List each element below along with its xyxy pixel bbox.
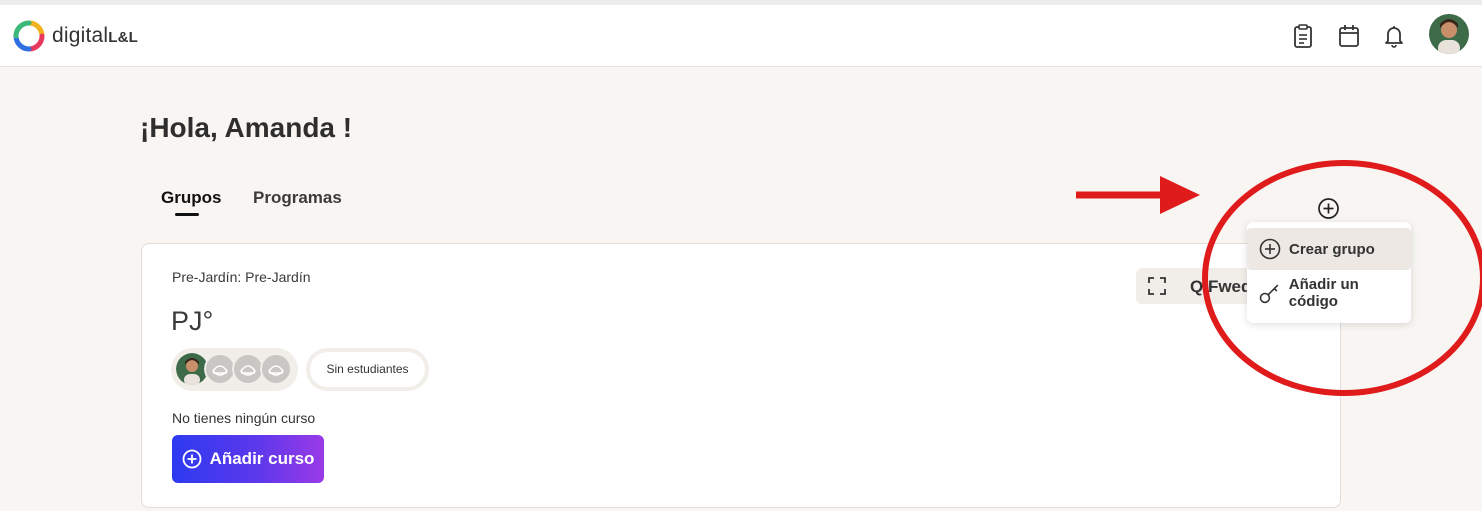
clipboard-icon[interactable] bbox=[1291, 23, 1315, 49]
logo-text: digitalL&L bbox=[52, 24, 139, 47]
add-dropdown-menu: Crear grupo Añadir un código bbox=[1247, 222, 1411, 323]
no-course-text: No tienes ningún curso bbox=[172, 410, 316, 426]
key-icon bbox=[1259, 284, 1279, 304]
members-avatars[interactable] bbox=[171, 348, 298, 391]
students-label: Sin estudiantes bbox=[310, 352, 425, 387]
plus-circle-icon bbox=[1259, 238, 1281, 260]
app-header: digitalL&L bbox=[0, 5, 1482, 67]
menu-item-label: Crear grupo bbox=[1289, 240, 1375, 258]
active-tab-indicator bbox=[175, 213, 199, 216]
calendar-icon[interactable] bbox=[1337, 23, 1361, 49]
menu-item-crear-grupo[interactable]: Crear grupo bbox=[1247, 228, 1411, 270]
logo[interactable]: digitalL&L bbox=[12, 19, 138, 53]
placeholder-avatar-icon bbox=[260, 353, 292, 385]
group-title: PJ° bbox=[171, 306, 214, 336]
tab-grupos[interactable]: Grupos bbox=[161, 188, 221, 208]
greeting-heading: ¡Hola, Amanda ! bbox=[140, 112, 353, 143]
add-course-label: Añadir curso bbox=[209, 449, 315, 468]
user-avatar[interactable] bbox=[1429, 14, 1469, 54]
logo-swirl-icon bbox=[13, 20, 45, 52]
group-subtitle: Pre-Jardín: Pre-Jardín bbox=[172, 269, 311, 285]
menu-item-anadir-codigo[interactable]: Añadir un código bbox=[1247, 272, 1411, 314]
menu-item-label: Añadir un código bbox=[1288, 276, 1359, 310]
expand-icon[interactable] bbox=[1147, 276, 1167, 296]
add-menu-icon[interactable] bbox=[1317, 197, 1340, 220]
plus-circle-icon bbox=[182, 449, 201, 469]
add-course-button[interactable]: Añadir curso bbox=[172, 435, 324, 483]
group-code: Q Fwed bbox=[1190, 277, 1252, 296]
tab-programas[interactable]: Programas bbox=[253, 188, 342, 208]
annotation-arrow-head bbox=[1160, 176, 1200, 214]
bell-icon[interactable] bbox=[1382, 23, 1406, 49]
students-badge[interactable]: Sin estudiantes bbox=[306, 348, 429, 391]
